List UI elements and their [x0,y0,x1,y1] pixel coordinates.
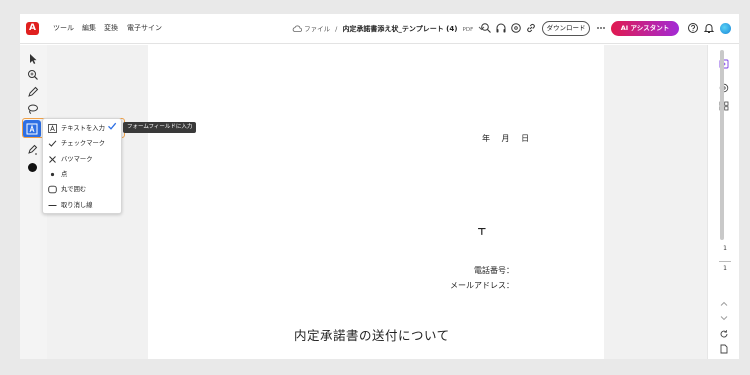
phone-label: 電話番号： [474,266,514,275]
menu-tools[interactable]: ツール [53,23,74,33]
menu-esign[interactable]: 電子サイン [127,23,162,33]
menu-item-label: 点 [61,171,68,178]
more-icon[interactable] [595,22,607,34]
fill-tool-menu: テキストを入力 チェックマーク バツマーク 点 丸で囲む 取り消し線 [42,118,122,214]
cross-mark-icon [49,156,56,163]
tooltip: フォームフィールドに入力 [123,122,197,133]
menu-item-label: チェックマーク [61,140,106,147]
comment-icon[interactable] [510,22,522,34]
text-insert-cursor-icon: ⊤ [477,227,487,238]
document-icon[interactable] [719,344,729,354]
ai-assistant-button[interactable]: AI アシスタント [611,21,679,36]
cloud-icon [292,25,303,32]
breadcrumb-folder[interactable]: ファイル [304,25,330,33]
menu-item-circle[interactable]: 丸で囲む [43,182,123,197]
menu-item-checkmark[interactable]: チェックマーク [43,136,123,151]
menu-item-strikethrough[interactable]: 取り消し線 [43,198,123,213]
link-icon[interactable] [525,22,537,34]
menu-item-label: バツマーク [61,156,93,163]
document-type: PDF [462,27,474,33]
help-icon[interactable] [687,22,699,34]
avatar[interactable] [720,23,731,34]
pen-icon[interactable] [26,85,40,99]
breadcrumb-separator: / [335,25,338,33]
checkmark-icon [48,140,57,147]
menu-item-label: 丸で囲む [61,186,87,193]
download-button[interactable]: ダウンロード [542,21,590,36]
date-line: 年 月 日 [482,134,530,143]
page-total: 1 [723,265,727,272]
search-icon[interactable] [480,22,492,34]
chevron-up-icon[interactable] [719,299,729,309]
zoom-icon[interactable] [26,68,40,82]
chevron-down-icon[interactable] [719,313,729,323]
breadcrumb: ファイル / 内定承諾書添え状_テンプレート (4) PDF [292,23,485,34]
text-input-icon [48,124,57,133]
menu-convert[interactable]: 変換 [104,23,118,33]
lasso-icon[interactable] [26,102,40,116]
email-label: メールアドレス： [450,281,514,290]
document-name[interactable]: 内定承諾書添え状_テンプレート (4) [342,25,457,33]
page-current[interactable]: 1 [719,245,731,252]
acrobat-logo-icon[interactable]: A [26,22,39,35]
menu-item-cross[interactable]: バツマーク [43,152,123,167]
top-toolbar: A ツール 編集 変換 電子サイン ファイル / 内定承諾書添え状_テンプレート… [20,14,739,44]
strikethrough-icon [48,205,57,206]
color-swatch[interactable] [28,163,37,172]
scrollbar[interactable] [720,50,724,240]
headphones-icon[interactable] [495,22,507,34]
app-window: A ツール 編集 変換 電子サイン ファイル / 内定承諾書添え状_テンプレート… [20,14,739,359]
circle-icon [48,185,57,194]
menu-edit[interactable]: 編集 [82,23,96,33]
menu-item-label: 取り消し線 [61,202,93,209]
select-cursor-icon[interactable] [26,52,40,66]
menu-item-dot[interactable]: 点 [43,167,123,182]
pdf-page[interactable]: 年 月 日 ⊤ 電話番号： メールアドレス： 内定承諾書の送付について [148,45,604,359]
refresh-icon[interactable] [719,329,729,339]
menu-item-label: テキストを入力 [61,125,105,132]
selected-check-icon [108,122,117,130]
dot-icon [50,172,55,177]
document-title: 内定承諾書の送付について [294,328,450,343]
bell-icon[interactable] [703,22,715,34]
signature-icon[interactable] [26,143,40,157]
page-divider [719,261,731,262]
